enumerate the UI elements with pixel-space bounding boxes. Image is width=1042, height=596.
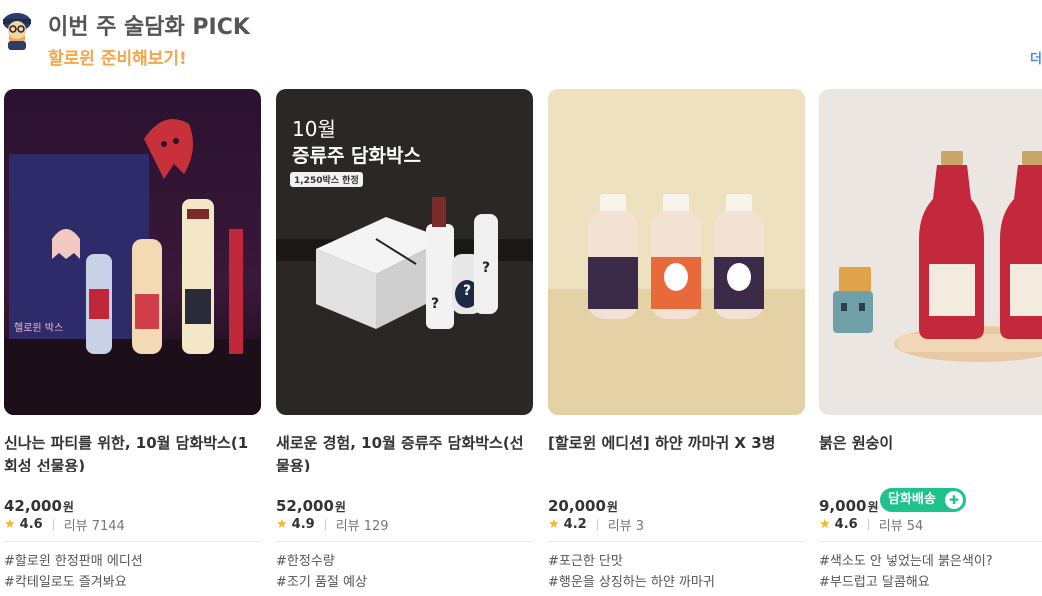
box-limit-badge: 1,250박스 한정 (290, 172, 363, 187)
tag: #포근한 단맛 (548, 554, 623, 569)
box-label: 헬로윈 박스 (14, 323, 64, 334)
product-name[interactable]: 신나는 파티를 위한, 10월 담화박스(1회성 선물용) (4, 432, 261, 472)
product-tags: #한정수량 #조기 품절 예상 (276, 551, 367, 593)
price-value: 42,000 (4, 497, 62, 515)
section-header: 이번 주 술담화 PICK 할로윈 준비해보기! 더 (0, 0, 1042, 80)
rating-score: 4.9 (291, 517, 315, 532)
review-count: 리뷰 54 (878, 519, 924, 534)
rating-score: 4.6 (834, 517, 858, 532)
star-icon: ★ (548, 517, 560, 532)
rating-score: 4.2 (563, 517, 587, 532)
card-divider (4, 541, 261, 542)
price-unit: 원 (606, 500, 618, 514)
price-unit: 원 (334, 500, 346, 514)
review-count: 리뷰 7144 (63, 519, 125, 534)
question-mark-icon: ? (431, 296, 440, 312)
price-value: 20,000 (548, 497, 606, 515)
star-icon: ★ (276, 517, 288, 532)
product-tags: #색소도 안 넣었는데 붉은색이? #부드럽고 달콤해요 (819, 551, 993, 593)
card-divider (548, 541, 805, 542)
card-divider (276, 541, 533, 542)
product-name[interactable]: 붉은 원숭이 (819, 432, 1042, 472)
review-count: 리뷰 129 (335, 519, 389, 534)
price-unit: 원 (62, 500, 74, 514)
product-tags: #포근한 단맛 #행운을 상징하는 하얀 까마귀 (548, 551, 715, 593)
product-price: 42,000원 (4, 497, 74, 515)
section-subtitle: 할로윈 준비해보기! (48, 49, 187, 69)
tag: #행운을 상징하는 하얀 까마귀 (548, 575, 715, 590)
divider-bar (596, 519, 598, 530)
star-icon: ★ (819, 517, 831, 532)
product-rating: ★ 4.9 리뷰 129 (276, 515, 389, 534)
product-rating: ★ 4.2 리뷰 3 (548, 515, 644, 534)
price-unit: 원 (867, 500, 879, 514)
review-count: 리뷰 3 (607, 519, 645, 534)
product-image[interactable]: 10월 증류주 담화박스 1,250박스 한정 ? ? ? (276, 89, 533, 415)
product-price: 52,000원 (276, 497, 346, 515)
badge-icon: ✚ (944, 491, 963, 509)
section-title: 이번 주 술담화 PICK (48, 15, 250, 40)
question-mark-icon: ? (463, 283, 472, 299)
product-card[interactable]: 붉은 원숭이 9,000원 담화배송 ✚ ★ 4.6 리뷰 54 #색소도 안 넣… (819, 89, 1042, 596)
tag: #부드럽고 달콤해요 (819, 575, 930, 590)
divider-bar (867, 519, 869, 530)
price-value: 9,000 (819, 497, 867, 515)
product-price: 20,000원 (548, 497, 618, 515)
star-icon: ★ (4, 517, 16, 532)
box-month: 10월 (292, 117, 336, 141)
product-image[interactable] (819, 89, 1042, 415)
more-link[interactable]: 더 (1030, 48, 1042, 67)
divider-bar (52, 519, 54, 530)
product-name[interactable]: [할로윈 에디션] 하얀 까마귀 X 3병 (548, 432, 805, 472)
badge-label: 담화배송 (888, 492, 936, 507)
product-price: 9,000원 (819, 497, 879, 515)
rating-score: 4.6 (19, 517, 43, 532)
product-image[interactable]: 헬로윈 박스 (4, 89, 261, 415)
product-rating: ★ 4.6 리뷰 7144 (4, 515, 125, 534)
tag: #색소도 안 넣었는데 붉은색이? (819, 554, 993, 569)
tag: #칵테일로도 즐겨봐요 (4, 575, 127, 590)
price-value: 52,000 (276, 497, 334, 515)
product-tags: #할로윈 한정판매 에디션 #칵테일로도 즐겨봐요 (4, 551, 143, 593)
mascot-logo-icon (0, 8, 34, 50)
box-headline: 증류주 담화박스 (292, 145, 421, 167)
question-mark-icon: ? (482, 260, 491, 276)
tag: #한정수량 (276, 554, 335, 569)
product-name[interactable]: 새로운 경험, 10월 증류주 담화박스(선물용) (276, 432, 533, 472)
tag: #조기 품절 예상 (276, 575, 367, 590)
product-rating: ★ 4.6 리뷰 54 (819, 515, 923, 534)
card-divider (819, 541, 1042, 542)
divider-bar (324, 519, 326, 530)
tag: #할로윈 한정판매 에디션 (4, 554, 143, 569)
product-image[interactable] (548, 89, 805, 415)
delivery-badge: 담화배송 ✚ (880, 488, 966, 512)
